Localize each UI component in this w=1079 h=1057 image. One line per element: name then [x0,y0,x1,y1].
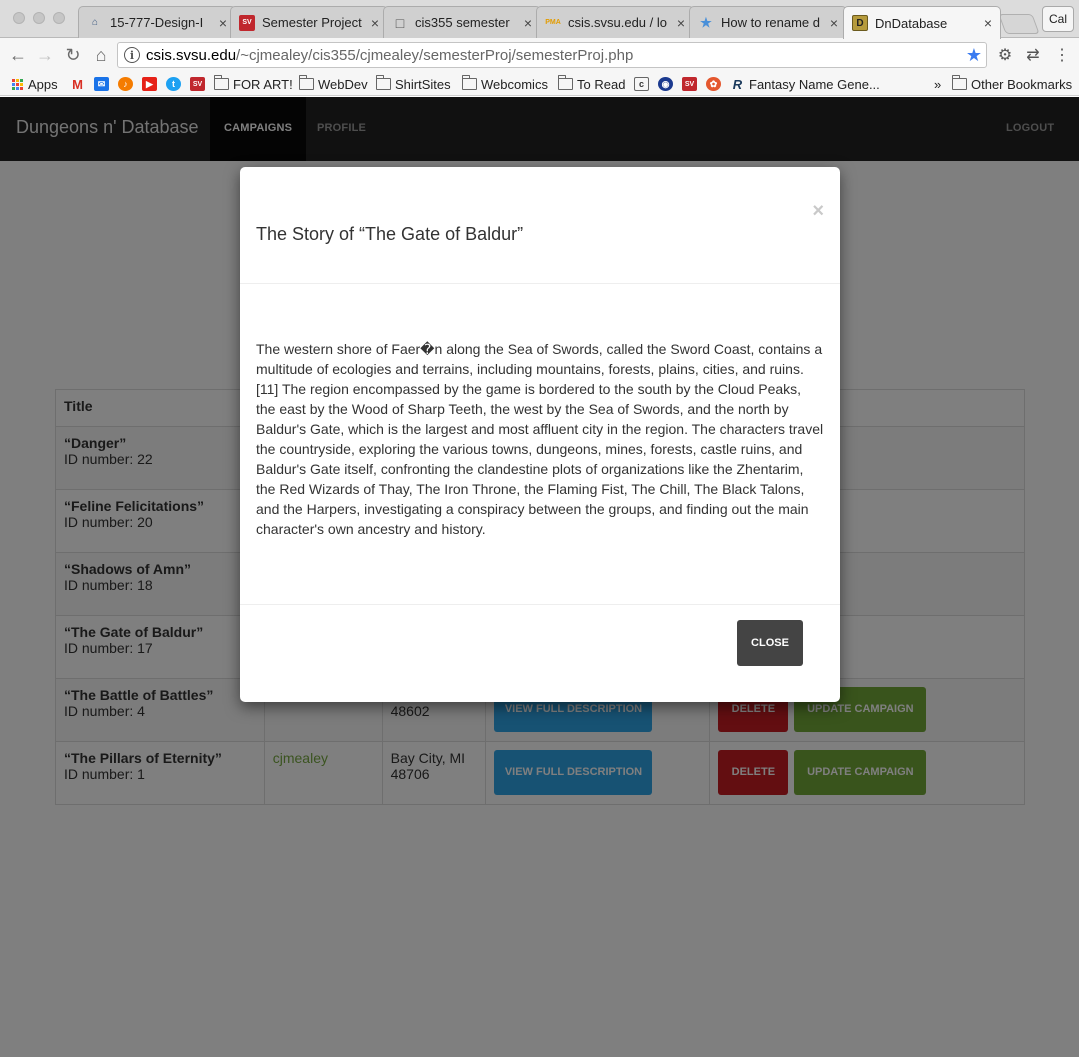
flower-icon: ✿ [706,77,721,91]
tab-label: How to rename d [721,15,820,30]
browser-toolbar: ← → ↻ ⌂ i csis.svsu.edu/~cjmealey/cis355… [0,38,1079,72]
modal-header: The Story of “The Gate of Baldur” × [240,167,840,284]
bookmark-label: ShirtSites [395,76,451,92]
info-icon[interactable]: i [124,47,140,63]
profile-button[interactable]: Cal [1042,6,1074,32]
c-site-icon: c [634,77,649,91]
browser-tab[interactable]: SV Semester Project × [230,6,388,38]
bookmark-label: WebDev [318,76,368,92]
new-tab-button[interactable] [998,14,1040,34]
bookmark-label: Apps [28,76,58,92]
bookmark-apps[interactable]: Apps [12,75,58,93]
bookmark-label: To Read [577,76,626,92]
bookmark-label: FOR ART! [233,76,293,92]
browser-tab[interactable]: ★ How to rename d × [689,6,847,38]
close-icon[interactable]: × [984,15,992,31]
howto-favicon-icon: ★ [700,14,712,30]
bookmark-folder-other[interactable]: Other Bookmarks [951,75,1073,93]
dndatabase-favicon-icon: D [852,15,868,31]
bookmark-flower[interactable]: ✿ [706,75,725,93]
bookmark-folder-for-art[interactable]: FOR ART! [213,75,293,93]
twitter-icon: t [166,77,181,91]
bookmark-svsu[interactable]: SV [190,75,209,93]
bookmark-youtube[interactable]: ▶ [142,75,161,93]
bookmark-fantasy-name[interactable]: R Fantasy Name Gene... [730,75,880,93]
bookmark-label: Fantasy Name Gene... [749,76,880,92]
youtube-icon: ▶ [142,77,157,91]
folder-icon [557,75,573,90]
bookmark-gmail[interactable]: M [70,75,89,93]
url-path: /~cjmealey/cis355/cjmealey/semesterProj/… [236,46,634,64]
window-minimize-control[interactable] [33,12,45,24]
fantasy-name-icon: R [732,76,743,92]
browser-tab-active[interactable]: D DnDatabase × [843,6,1001,39]
bookmarks-overflow-chevron-icon[interactable]: » [934,75,941,93]
close-icon[interactable]: × [812,200,824,223]
close-icon[interactable]: × [371,15,379,31]
page-content: Dungeons n' Database CAMPAIGNS PROFILE L… [0,97,1079,1057]
close-button[interactable]: CLOSE [737,620,803,666]
reload-icon[interactable]: ↻ [63,45,83,65]
sync-icon[interactable]: ⇄ [1024,46,1042,64]
browser-tabstrip: ⌂ 15-777-Design-I × SV Semester Project … [0,0,1079,39]
folder-icon [951,75,967,90]
url-host: csis.svsu.edu [146,46,237,64]
close-icon[interactable]: × [830,15,838,31]
bookmark-folder-shirtsites[interactable]: ShirtSites [375,75,451,93]
folder-icon [375,75,391,90]
bookmark-folder-to-read[interactable]: To Read [557,75,626,93]
tab-label: DnDatabase [875,15,948,31]
address-bar[interactable]: i csis.svsu.edu/~cjmealey/cis355/cjmeale… [117,42,987,68]
description-modal: The Story of “The Gate of Baldur” × The … [240,167,840,702]
modal-body-text: The western shore of Faer�n along the Se… [256,341,824,537]
close-icon[interactable]: × [219,15,227,31]
globe-icon: ◉ [658,77,673,91]
bookmark-globe[interactable]: ◉ [658,75,677,93]
mail-icon: ✉ [94,77,109,91]
bookmarks-bar: Apps M ✉ ♪ ▶ t SV FOR ART! WebDev ShirtS… [0,72,1079,96]
svsu-icon: SV [682,77,697,91]
folder-icon [298,75,314,90]
tab-label: csis.svsu.edu / lo [568,15,667,30]
folder-icon [213,75,229,90]
home-icon[interactable]: ⌂ [91,45,111,65]
apps-grid-icon [12,78,23,90]
bookmark-twitter[interactable]: t [166,75,185,93]
window-zoom-control[interactable] [53,12,65,24]
bookmark-label: Webcomics [481,76,548,92]
gmail-icon: M [72,76,83,92]
close-icon[interactable]: × [677,15,685,31]
bookmark-mail[interactable]: ✉ [94,75,113,93]
gear-icon[interactable]: ⚙ [996,46,1014,64]
folder-icon [461,75,477,90]
back-arrow-icon[interactable]: ← [8,45,28,65]
svsu-icon: SV [190,77,205,91]
tab-label: 15-777-Design-I [110,15,204,30]
bookmark-c[interactable]: c [634,75,653,93]
music-icon: ♪ [118,77,133,91]
svsu-favicon-icon: SV [239,14,255,31]
modal-footer: CLOSE [240,604,840,702]
phpmyadmin-favicon-icon: PMA [545,19,561,26]
close-icon[interactable]: × [524,15,532,31]
menu-kebab-icon[interactable]: ⋮ [1053,46,1071,64]
browser-tab[interactable]: □ cis355 semester × [383,6,541,38]
browser-tab[interactable]: ⌂ 15-777-Design-I × [78,6,236,38]
bookmark-star-icon[interactable]: ★ [966,45,982,66]
bookmark-folder-webdev[interactable]: WebDev [298,75,368,93]
modal-title: The Story of “The Gate of Baldur” [256,224,524,244]
document-favicon-icon: □ [395,14,405,31]
browser-tab[interactable]: PMA csis.svsu.edu / lo × [536,6,694,38]
bookmark-music[interactable]: ♪ [118,75,137,93]
window-close-control[interactable] [13,12,25,24]
museum-favicon-icon: ⌂ [91,17,99,28]
tab-label: Semester Project [262,15,362,30]
bookmark-folder-webcomics[interactable]: Webcomics [461,75,548,93]
bookmark-label: Other Bookmarks [971,76,1073,92]
bookmark-svsu-2[interactable]: SV [682,75,701,93]
forward-arrow-icon[interactable]: → [35,45,55,65]
tab-label: cis355 semester [415,15,510,30]
